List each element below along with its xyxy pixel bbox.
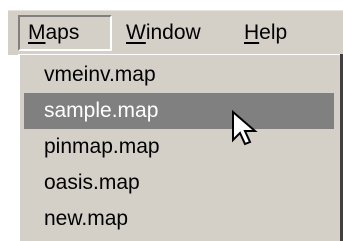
menu-item-oasis-map[interactable]: oasis.map	[24, 165, 334, 201]
menu-maps[interactable]: Maps	[18, 15, 112, 51]
menu-maps-label: Maps	[28, 21, 80, 44]
maps-dropdown-menu: vmeinv.map sample.map pinmap.map oasis.m…	[18, 54, 343, 241]
menu-window-label: Window	[126, 21, 201, 44]
menu-item-sample-map[interactable]: sample.map	[24, 93, 334, 129]
menu-item-new-map[interactable]: new.map	[24, 201, 334, 237]
menu-bar: Maps Window Help	[8, 10, 343, 55]
menu-help-label: Help	[244, 21, 288, 44]
menu-item-vmeinv-map[interactable]: vmeinv.map	[24, 57, 334, 93]
menu-help[interactable]: Help	[236, 15, 295, 51]
screen: Maps Window Help vmeinv.map sample.map p…	[0, 0, 343, 241]
menu-item-pinmap-map[interactable]: pinmap.map	[24, 129, 334, 165]
menu-window[interactable]: Window	[118, 15, 209, 51]
arrow-pointer-icon	[232, 110, 258, 146]
